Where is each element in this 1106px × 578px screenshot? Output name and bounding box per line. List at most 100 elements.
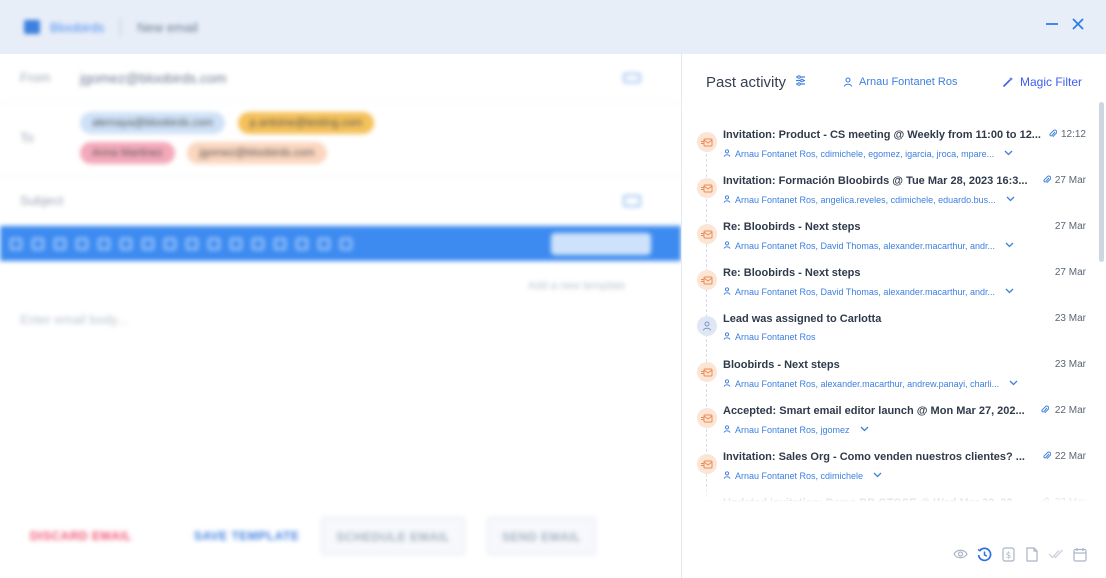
window-header: Bloobirds New email: [0, 0, 1106, 54]
attachment-icon: [1049, 129, 1058, 142]
preview-button[interactable]: [551, 232, 651, 255]
email-editor: From jgomez@bloobirds.com To alemaya@blo…: [0, 54, 681, 578]
magic-filter-button[interactable]: Magic Filter: [1002, 75, 1082, 89]
chevron-down-icon[interactable]: [860, 424, 869, 435]
attachment-icon: [1043, 175, 1052, 188]
heading-icon[interactable]: [54, 237, 66, 250]
email-body-input[interactable]: Enter email body...: [20, 312, 127, 327]
calendar-icon[interactable]: [1072, 546, 1088, 562]
chevron-down-icon[interactable]: [1006, 194, 1015, 205]
recipient-chip[interactable]: jgomez@bloobirds.com: [187, 142, 327, 164]
activity-item[interactable]: Accepted: Smart email editor launch @ Mo…: [682, 400, 1094, 446]
activity-participants[interactable]: Arnau Fontanet Ros, jgomez: [723, 424, 869, 435]
italic-icon[interactable]: [142, 237, 154, 250]
bold-icon[interactable]: [120, 237, 132, 250]
font-size-icon[interactable]: [76, 237, 88, 250]
from-value[interactable]: jgomez@bloobirds.com: [80, 70, 227, 86]
activity-item[interactable]: Bloobirds - Next steps 23 Mar Arnau Fontan…: [682, 354, 1094, 400]
activity-item[interactable]: Re: Bloobirds - Next steps 27 Mar Arnau Fo…: [682, 216, 1094, 262]
activity-participants[interactable]: Arnau Fontanet Ros, angelica.reveles, cd…: [723, 194, 1015, 205]
activity-participants[interactable]: Arnau Fontanet Ros, David Thomas, alexan…: [723, 240, 1014, 251]
activity-participants[interactable]: Arnau Fontanet Ros, cdimichele: [723, 470, 882, 481]
to-label: To: [20, 130, 34, 145]
activity-participants[interactable]: Arnau Fontanet Ros, cdimichele, egomez, …: [723, 148, 1013, 159]
activity-title: Re: Bloobirds - Next steps: [723, 221, 861, 233]
subject-label: Subject: [20, 193, 64, 208]
table-icon[interactable]: [274, 237, 286, 250]
template-icon[interactable]: [340, 237, 352, 250]
underline-icon[interactable]: [164, 237, 176, 250]
email-activity-icon: [697, 132, 717, 152]
past-activity-panel: Past activity Arnau Fontanet Ros Magic F…: [681, 54, 1106, 578]
activity-title: Invitation: Sales Org - Como venden nues…: [723, 451, 1025, 463]
subject-expand-icon[interactable]: [623, 194, 641, 207]
activity-participants[interactable]: Arnau Fontanet Ros: [723, 332, 816, 342]
numbered-list-icon[interactable]: [230, 237, 242, 250]
email-activity-icon: [697, 224, 717, 244]
svg-text:$: $: [1005, 551, 1011, 561]
lead-assigned-icon: [697, 316, 717, 336]
bullet-list-icon[interactable]: [208, 237, 220, 250]
attach-icon[interactable]: [296, 237, 308, 250]
save-template-button[interactable]: SAVE TEMPLATE: [194, 529, 299, 543]
activity-item[interactable]: Invitation: Formación Bloobirds @ Tue Ma…: [682, 170, 1094, 216]
filter-settings-icon[interactable]: [795, 75, 806, 89]
to-row[interactable]: To alemaya@bloobirds.com p.antoine@testi…: [0, 102, 681, 176]
participants-text: Arnau Fontanet Ros, cdimichele: [735, 470, 864, 481]
activity-item[interactable]: Lead was assigned to Carlotta 23 Mar Arnau…: [682, 308, 1094, 354]
window-title: New email: [137, 19, 198, 35]
participants-text: Arnau Fontanet Ros, cdimichele, egomez, …: [735, 148, 995, 159]
color-icon[interactable]: [98, 237, 110, 250]
activity-scrollbar[interactable]: [1099, 102, 1104, 262]
activity-title: Accepted: Smart email editor launch @ Mo…: [723, 405, 1025, 417]
dollar-icon[interactable]: $: [1000, 546, 1016, 562]
activity-item[interactable]: Re: Bloobirds - Next steps 27 Mar Arnau Fo…: [682, 262, 1094, 308]
chevron-down-icon[interactable]: [1005, 240, 1014, 251]
link-icon[interactable]: [186, 237, 198, 250]
redo-icon[interactable]: [32, 237, 44, 250]
undo-icon[interactable]: [10, 237, 22, 250]
magic-filter-label: Magic Filter: [1019, 75, 1082, 89]
minimize-button[interactable]: [1044, 14, 1060, 34]
person-icon: [723, 470, 731, 481]
email-composer-window: Bloobirds New email From jgomez@bloobird…: [0, 0, 1106, 578]
person-icon: [723, 148, 731, 159]
send-email-button[interactable]: SEND EMAIL: [486, 517, 596, 555]
participants-text: Arnau Fontanet Ros, David Thomas, alexan…: [735, 286, 995, 297]
history-icon[interactable]: [976, 546, 992, 562]
subject-row[interactable]: Subject: [0, 176, 681, 226]
add-template-link[interactable]: Add a new template: [528, 280, 625, 292]
user-filter[interactable]: Arnau Fontanet Ros: [843, 76, 957, 88]
file-icon[interactable]: [1024, 546, 1040, 562]
formatting-toolbar: [0, 226, 681, 261]
attachment-icon: [1043, 451, 1052, 464]
person-icon: [723, 286, 731, 297]
activity-list: Invitation: Product - CS meeting @ Weekl…: [682, 124, 1094, 502]
schedule-email-button[interactable]: SCHEDULE EMAIL: [321, 517, 465, 555]
activity-participants[interactable]: Arnau Fontanet Ros, David Thomas, alexan…: [723, 286, 1014, 297]
image-icon[interactable]: [252, 237, 264, 250]
recipient-chip[interactable]: alemaya@bloobirds.com: [80, 112, 226, 134]
participants-text: Arnau Fontanet Ros, jgomez: [735, 424, 850, 435]
activity-participants[interactable]: Arnau Fontanet Ros, alexander.macarthur,…: [723, 378, 1018, 389]
expand-cc-icon[interactable]: [623, 72, 641, 83]
activity-item[interactable]: Invitation: Sales Org - Como venden nues…: [682, 446, 1094, 492]
eye-icon[interactable]: [952, 546, 968, 562]
recipient-chip[interactable]: p.antoine@testing.com: [237, 112, 375, 134]
email-activity-icon: [697, 454, 717, 474]
activity-item[interactable]: Invitation: Product - CS meeting @ Weekl…: [682, 124, 1094, 170]
discard-email-button[interactable]: DISCARD EMAIL: [30, 529, 132, 543]
close-button[interactable]: [1070, 14, 1086, 34]
activity-type-tabs: $: [952, 546, 1088, 562]
chevron-down-icon[interactable]: [1004, 148, 1013, 159]
chevron-down-icon[interactable]: [1009, 378, 1018, 389]
chevron-down-icon[interactable]: [873, 470, 882, 481]
recipient-chip[interactable]: Anna Martinez: [80, 142, 175, 164]
participants-text: Arnau Fontanet Ros, David Thomas, alexan…: [735, 240, 995, 251]
double-check-icon[interactable]: [1048, 546, 1064, 562]
activity-title: Bloobirds - Next steps: [723, 359, 840, 371]
from-row[interactable]: From jgomez@bloobirds.com: [0, 54, 681, 102]
from-label: From: [20, 70, 51, 85]
code-icon[interactable]: [318, 237, 330, 250]
chevron-down-icon[interactable]: [1005, 286, 1014, 297]
